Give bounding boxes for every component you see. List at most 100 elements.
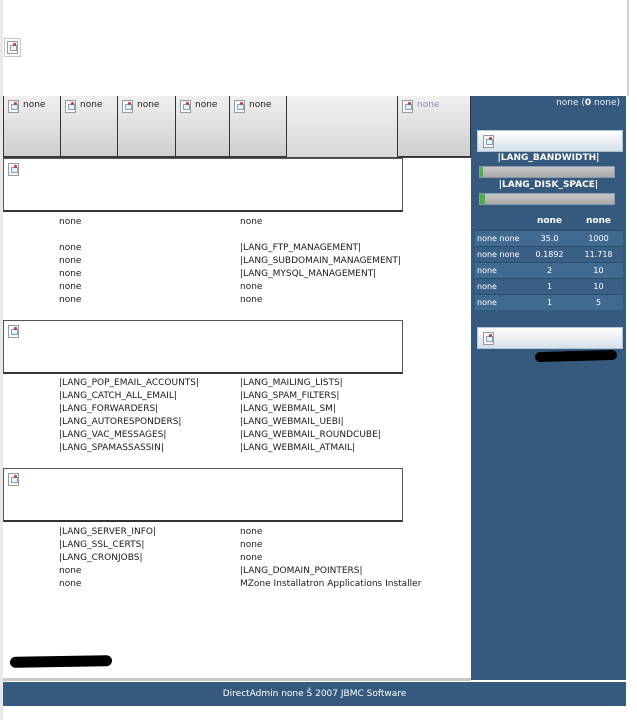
list-item: none |LANG_SUBDOMAIN_MANAGEMENT| xyxy=(59,255,479,268)
list-item: |LANG_VAC_MESSAGES| |LANG_WEBMAIL_ROUNDC… xyxy=(59,429,479,442)
stats-row: none none 0.1892 11.718 xyxy=(475,245,623,262)
tab-label: none xyxy=(137,100,160,110)
tab-label: none xyxy=(195,100,218,110)
section-2-items: |LANG_POP_EMAIL_ACCOUNTS| |LANG_MAILING_… xyxy=(59,377,479,455)
list-item: |LANG_AUTORESPONDERS| |LANG_WEBMAIL_UEBI… xyxy=(59,416,479,429)
list-item: none |LANG_DOMAIN_POINTERS| xyxy=(59,565,479,578)
stats-used: 1 xyxy=(525,277,574,294)
tab-label: none xyxy=(417,100,440,110)
stats-row: none 1 10 xyxy=(475,277,623,294)
menu-link[interactable]: none xyxy=(59,255,81,268)
section-header-2 xyxy=(3,320,403,374)
stats-row: none 2 10 xyxy=(475,261,623,278)
menu-link[interactable]: none xyxy=(59,242,81,255)
list-item: |LANG_FORWARDERS| |LANG_WEBMAIL_SM| xyxy=(59,403,479,416)
webmail-sm-link[interactable]: |LANG_WEBMAIL_SM| xyxy=(240,403,336,416)
broken-image-icon xyxy=(122,100,133,113)
bandwidth-gauge xyxy=(479,166,615,178)
menu-link[interactable]: none xyxy=(59,216,81,229)
broken-image-icon xyxy=(8,473,19,486)
tab-label: none xyxy=(23,100,46,110)
sidebar: none (0 none) |LANG_BANDWIDTH| |LANG_DIS… xyxy=(471,96,626,680)
usage-stats-table: none none none none 35.0 1000 none none … xyxy=(475,212,623,310)
section-header-1 xyxy=(3,158,403,212)
disk-space-gauge xyxy=(479,193,615,205)
stats-max: 10 xyxy=(574,277,623,294)
webmail-atmail-link[interactable]: |LANG_WEBMAIL_ATMAIL| xyxy=(240,442,355,455)
menu-link[interactable]: none xyxy=(240,526,262,539)
broken-image-icon xyxy=(483,332,494,345)
menu-link[interactable]: none xyxy=(240,539,262,552)
right-frame-border xyxy=(627,0,629,96)
catch-all-email-link[interactable]: |LANG_CATCH_ALL_EMAIL| xyxy=(59,390,177,403)
list-item: |LANG_SPAMASSASSIN| |LANG_WEBMAIL_ATMAIL… xyxy=(59,442,479,455)
stats-row: none 1 5 xyxy=(475,293,623,310)
pop-email-accounts-link[interactable]: |LANG_POP_EMAIL_ACCOUNTS| xyxy=(59,377,199,390)
vac-messages-link[interactable]: |LANG_VAC_MESSAGES| xyxy=(59,429,166,442)
menu-link[interactable]: none xyxy=(59,268,81,281)
broken-image-icon xyxy=(180,100,191,113)
autoresponders-link[interactable]: |LANG_AUTORESPONDERS| xyxy=(59,416,181,429)
content-bottom-border xyxy=(3,678,471,681)
ftp-management-link[interactable]: |LANG_FTP_MANAGEMENT| xyxy=(240,242,361,255)
webmail-uebi-link[interactable]: |LANG_WEBMAIL_UEBI| xyxy=(240,416,344,429)
stats-row: none none 35.0 1000 xyxy=(475,229,623,246)
list-item: |LANG_CATCH_ALL_EMAIL| |LANG_SPAM_FILTER… xyxy=(59,390,479,403)
mailing-lists-link[interactable]: |LANG_MAILING_LISTS| xyxy=(240,377,343,390)
tab-5[interactable]: none xyxy=(229,96,287,157)
tab-6[interactable]: none xyxy=(397,96,471,157)
bandwidth-gauge-fill xyxy=(480,167,483,177)
menu-link[interactable]: none xyxy=(59,281,81,294)
webmail-roundcube-link[interactable]: |LANG_WEBMAIL_ROUNDCUBE| xyxy=(240,429,381,442)
disk-space-label: |LANG_DISK_SPACE| xyxy=(498,180,599,190)
spamassassin-link[interactable]: |LANG_SPAMASSASSIN| xyxy=(59,442,164,455)
cronjobs-link[interactable]: |LANG_CRONJOBS| xyxy=(59,552,142,565)
list-item: |LANG_POP_EMAIL_ACCOUNTS| |LANG_MAILING_… xyxy=(59,377,479,390)
stats-header-blank xyxy=(475,212,525,230)
tab-1[interactable]: none xyxy=(3,96,61,157)
section-1-items: none none none |LANG_FTP_MANAGEMENT| non… xyxy=(59,216,479,307)
stats-label: none none xyxy=(475,229,525,246)
menu-link[interactable]: none xyxy=(240,216,262,229)
server-info-link[interactable]: |LANG_SERVER_INFO| xyxy=(59,526,156,539)
domain-pointers-link[interactable]: |LANG_DOMAIN_POINTERS| xyxy=(240,565,363,578)
stats-used: 1 xyxy=(525,293,574,310)
spam-filters-link[interactable]: |LANG_SPAM_FILTERS| xyxy=(240,390,339,403)
broken-image-icon xyxy=(8,325,19,338)
forwarders-link[interactable]: |LANG_FORWARDERS| xyxy=(59,403,158,416)
footer: DirectAdmin none Š 2007 JBMC Software xyxy=(3,682,626,706)
menu-link[interactable]: none xyxy=(240,294,262,307)
redaction-mark xyxy=(534,349,618,363)
stats-max: 10 xyxy=(574,261,623,278)
subdomain-management-link[interactable]: |LANG_SUBDOMAIN_MANAGEMENT| xyxy=(240,255,401,268)
list-item: none none xyxy=(59,216,479,229)
ssl-certs-link[interactable]: |LANG_SSL_CERTS| xyxy=(59,539,144,552)
mysql-management-link[interactable]: |LANG_MYSQL_MANAGEMENT| xyxy=(240,268,376,281)
menu-link[interactable]: none xyxy=(59,565,81,578)
info-panel-header xyxy=(477,327,623,349)
stats-label: none xyxy=(475,293,525,310)
list-item: none MZone Installatron Applications Ins… xyxy=(59,578,479,591)
list-item: |LANG_CRONJOBS| none xyxy=(59,552,479,565)
tab-label: none xyxy=(80,100,103,110)
menu-link[interactable]: none xyxy=(240,281,262,294)
stats-label: none none xyxy=(475,245,525,262)
tab-2[interactable]: none xyxy=(60,96,118,157)
broken-image-icon xyxy=(65,100,76,113)
section-3-items: |LANG_SERVER_INFO| none |LANG_SSL_CERTS|… xyxy=(59,526,479,591)
stats-max: 5 xyxy=(574,293,623,310)
usage-panel-header xyxy=(477,130,623,152)
installatron-link[interactable]: MZone Installatron Applications Installe… xyxy=(240,578,421,591)
tab-4[interactable]: none xyxy=(175,96,230,157)
bandwidth-label: |LANG_BANDWIDTH| xyxy=(497,153,600,163)
logo[interactable] xyxy=(4,38,21,57)
stats-header-used: none xyxy=(536,215,563,226)
broken-image-icon xyxy=(8,163,19,176)
tab-3[interactable]: none xyxy=(117,96,176,157)
menu-link[interactable]: none xyxy=(59,294,81,307)
menu-link[interactable]: none xyxy=(240,552,262,565)
broken-image-icon xyxy=(402,100,413,113)
menu-link[interactable]: none xyxy=(59,578,81,591)
stats-header-max: none xyxy=(585,215,612,226)
broken-image-icon xyxy=(483,135,494,148)
